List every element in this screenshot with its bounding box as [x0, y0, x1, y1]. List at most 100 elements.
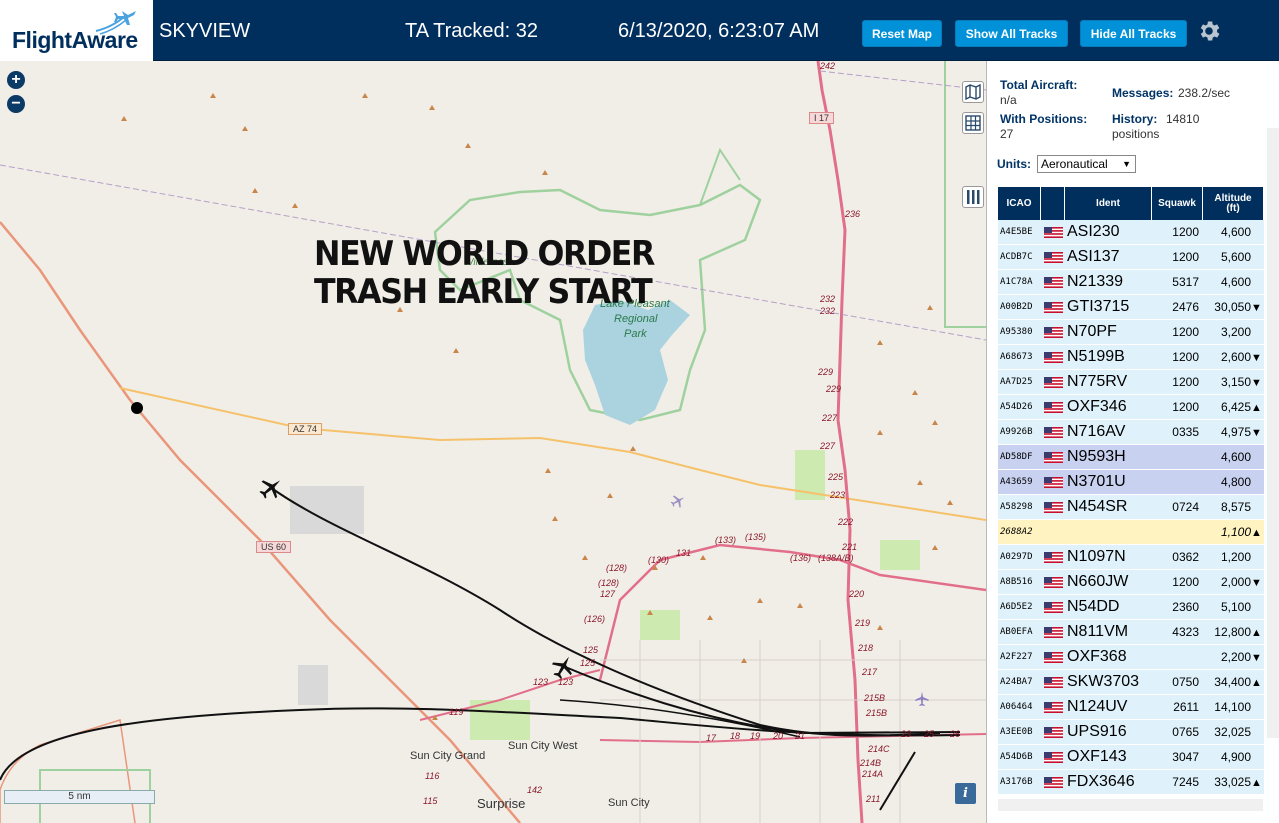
i17-shield: I 17	[809, 112, 835, 124]
table-row[interactable]: A4E5BE ASI230 1200 4,600	[998, 220, 1264, 245]
road-number: 229	[826, 384, 842, 394]
vertical-scrollbar[interactable]	[1267, 128, 1279, 738]
map-view[interactable]: Wilderness Lake Pleasant Regional Park S…	[0, 61, 986, 823]
table-row[interactable]: A43659 N3701U 4,800	[998, 470, 1264, 495]
us-flag-icon	[1043, 401, 1063, 413]
road-number: 222	[838, 517, 854, 527]
altitude-cell: 14,100	[1203, 700, 1264, 714]
table-row[interactable]: A68673 N5199B 1200 2,600▼	[998, 345, 1264, 370]
aircraft-table: ICAO Ident Squawk Altitude (ft) A4E5BE AS…	[998, 187, 1264, 795]
icao-cell: AD58DF	[1000, 452, 1033, 462]
zoom-in-button[interactable]: +	[7, 71, 25, 89]
altitude-trend: ▲	[1251, 627, 1262, 639]
table-row[interactable]: A58298 N454SR 0724 8,575	[998, 495, 1264, 520]
icao-cell: A54D26	[1000, 402, 1033, 412]
table-row[interactable]: A54D6B OXF143 3047 4,900	[998, 745, 1264, 770]
table-row[interactable]: A8B516 N660JW 1200 2,000▼	[998, 570, 1264, 595]
us60-shield: US 60	[256, 541, 292, 553]
sun-city-west-label: Sun City West	[508, 740, 578, 752]
flag-cell	[1041, 776, 1065, 788]
gear-icon[interactable]	[1196, 18, 1222, 44]
road-number: 18	[730, 731, 741, 741]
table-row[interactable]: AA7D25 N775RV 1200 3,150▼	[998, 370, 1264, 395]
flag-cell	[1041, 451, 1065, 463]
col-altitude[interactable]: Altitude (ft)	[1203, 187, 1264, 220]
flag-cell	[1041, 726, 1065, 738]
reset-map-button[interactable]: Reset Map	[862, 20, 942, 47]
table-row[interactable]: A3EE0B UPS916 0765 32,025	[998, 720, 1264, 745]
road-number: 218	[858, 643, 874, 653]
us-flag-icon	[1043, 601, 1063, 613]
ident-cell: N9593H	[1067, 448, 1126, 465]
us-flag-icon	[1043, 726, 1063, 738]
horizontal-scrollbar[interactable]	[998, 799, 1263, 811]
table-row[interactable]: AB0EFA N811VM 4323 12,800▲	[998, 620, 1264, 645]
altitude-cell: 6,425▲	[1203, 400, 1264, 414]
table-row[interactable]: A24BA7 SKW3703 0750 34,400▲	[998, 670, 1264, 695]
table-row[interactable]: A9926B N716AV 0335 4,975▼	[998, 420, 1264, 445]
table-row[interactable]: A06464 N124UV 2611 14,100	[998, 695, 1264, 720]
icao-cell: A06464	[1000, 702, 1033, 712]
road-number: 131	[676, 548, 692, 558]
altitude-value: 4,900	[1220, 750, 1251, 764]
ident-cell: N1097N	[1067, 548, 1126, 565]
overlay-banner: NEW WORLD ORDER TRASH EARLY START	[314, 235, 655, 312]
table-row[interactable]: 2688A2 1,100▲	[998, 520, 1264, 545]
altitude-value: 30,050	[1214, 300, 1251, 314]
road-number: 223	[830, 490, 846, 500]
logo-text: FlightAware	[12, 27, 138, 53]
aircraft-icon[interactable]	[550, 654, 576, 680]
table-row[interactable]: A54D26 OXF346 1200 6,425▲	[998, 395, 1264, 420]
history-value: 14810	[1166, 112, 1200, 126]
map-layer-button[interactable]	[962, 81, 984, 103]
squawk-cell: 1200	[1172, 225, 1199, 239]
us-flag-icon	[1043, 576, 1063, 588]
road-number: 115	[423, 796, 438, 806]
aircraft-icon[interactable]	[258, 475, 284, 501]
table-row[interactable]: A95380 N70PF 1200 3,200	[998, 320, 1264, 345]
info-button[interactable]: i	[955, 783, 976, 804]
road-number: 232	[820, 294, 836, 304]
us-flag-icon	[1043, 426, 1063, 438]
road-number: (135)	[745, 532, 767, 542]
history-unit: positions	[1112, 127, 1160, 141]
aircraft-panel: Total Aircraft: n/a Messages: 238.2/sec …	[986, 61, 1279, 823]
road-number: 17	[706, 733, 717, 743]
squawk-cell: 1200	[1172, 375, 1199, 389]
col-squawk[interactable]: Squawk	[1152, 187, 1203, 220]
table-row[interactable]: A1C78A N21339 5317 4,600	[998, 270, 1264, 295]
squawk-cell: 4323	[1172, 625, 1199, 639]
column-toggle-button[interactable]	[962, 186, 984, 208]
table-row[interactable]: A2F227 OXF368 2,200▼	[998, 645, 1264, 670]
table-row[interactable]: AD58DF N9593H 4,600	[998, 445, 1264, 470]
us-flag-icon	[1043, 501, 1063, 513]
icao-cell: A24BA7	[1000, 677, 1033, 687]
table-row[interactable]: A00B2D GTI3715 2476 30,050▼	[998, 295, 1264, 320]
show-all-tracks-button[interactable]: Show All Tracks	[955, 20, 1068, 47]
col-ident[interactable]: Ident	[1065, 187, 1152, 220]
flag-cell	[1041, 351, 1065, 363]
zoom-out-button[interactable]: −	[7, 95, 25, 113]
ident-cell: OXF143	[1067, 748, 1127, 765]
altitude-trend: ▲	[1251, 402, 1262, 414]
table-row[interactable]: A6D5E2 N54DD 2360 5,100	[998, 595, 1264, 620]
hide-all-tracks-button[interactable]: Hide All Tracks	[1080, 20, 1187, 47]
squawk-cell: 2611	[1173, 700, 1199, 714]
table-row[interactable]: ACDB7C ASI137 1200 5,600	[998, 245, 1264, 270]
units-select[interactable]: Aeronautical ▼	[1037, 155, 1136, 173]
icao-cell: A3EE0B	[1000, 727, 1033, 737]
flightaware-logo[interactable]: FlightAware	[0, 0, 153, 61]
us-flag-icon	[1043, 476, 1063, 488]
squawk-cell: 1200	[1172, 400, 1199, 414]
squawk-cell: 2476	[1172, 300, 1199, 314]
table-row[interactable]: A3176B FDX3646 7245 33,025▲	[998, 770, 1264, 795]
altitude-value: 4,600	[1220, 225, 1251, 239]
col-flag[interactable]	[1041, 187, 1065, 220]
table-row[interactable]: A0297D N1097N 0362 1,200	[998, 545, 1264, 570]
flag-cell	[1041, 276, 1065, 288]
us-flag-icon	[1043, 551, 1063, 563]
ident-cell: OXF368	[1067, 648, 1127, 665]
col-icao[interactable]: ICAO	[998, 187, 1041, 220]
grid-button[interactable]	[962, 112, 984, 134]
banner-line-2: TRASH EARLY START	[314, 272, 653, 312]
